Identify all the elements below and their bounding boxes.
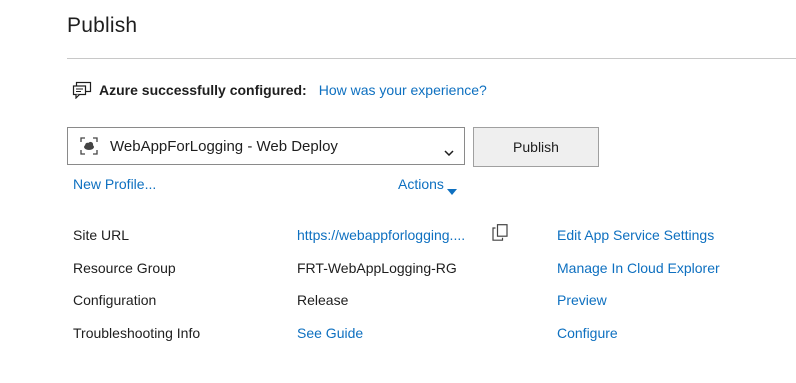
status-banner: Azure successfully configured: How was y… bbox=[72, 80, 487, 100]
site-url-link[interactable]: https://webappforlogging.... bbox=[297, 225, 465, 245]
page-title: Publish bbox=[67, 14, 138, 37]
configuration-value: Release bbox=[297, 292, 349, 308]
manage-in-cloud-explorer-link[interactable]: Manage In Cloud Explorer bbox=[557, 258, 720, 278]
see-guide-link[interactable]: See Guide bbox=[297, 323, 363, 343]
status-text: Azure successfully configured: bbox=[99, 82, 307, 98]
title-divider bbox=[67, 58, 796, 59]
actions-menu[interactable]: Actions bbox=[398, 176, 457, 195]
configure-link[interactable]: Configure bbox=[557, 323, 618, 343]
troubleshooting-label: Troubleshooting Info bbox=[73, 325, 201, 341]
site-url-label: Site URL bbox=[73, 227, 130, 243]
web-deploy-icon bbox=[80, 137, 98, 155]
new-profile-link[interactable]: New Profile... bbox=[73, 176, 156, 192]
publish-button[interactable]: Publish bbox=[473, 127, 599, 167]
chevron-down-icon bbox=[444, 143, 454, 157]
configuration-label: Configuration bbox=[73, 292, 157, 308]
feedback-link[interactable]: How was your experience? bbox=[319, 82, 487, 98]
actions-label: Actions bbox=[398, 176, 444, 192]
resource-group-label: Resource Group bbox=[73, 260, 176, 276]
copy-icon[interactable] bbox=[492, 224, 508, 241]
feedback-icon bbox=[72, 81, 92, 100]
preview-link[interactable]: Preview bbox=[557, 290, 607, 310]
resource-group-value: FRT-WebAppLogging-RG bbox=[297, 260, 457, 276]
caret-down-icon bbox=[446, 182, 457, 195]
profile-dropdown[interactable]: WebAppForLogging - Web Deploy bbox=[67, 127, 465, 165]
profile-selected-value: WebAppForLogging - Web Deploy bbox=[110, 137, 338, 155]
edit-app-service-settings-link[interactable]: Edit App Service Settings bbox=[557, 225, 714, 245]
